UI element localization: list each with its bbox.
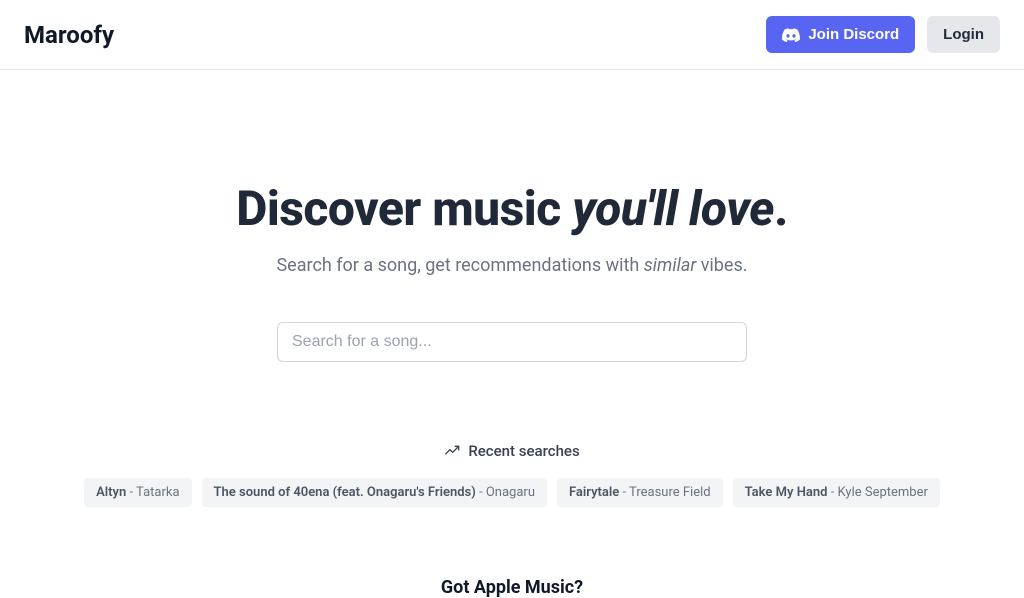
recent-searches-list: Altyn - Tatarka The sound of 40ena (feat… — [0, 478, 1024, 507]
trending-up-icon — [444, 443, 460, 459]
main-content: Discover music you'll love. Search for a… — [0, 70, 1024, 598]
recent-search-chip[interactable]: Altyn - Tatarka — [84, 478, 191, 507]
subtitle-italic: similar — [644, 255, 696, 276]
chip-artist: Kyle September — [838, 485, 928, 500]
hero-title-part2: . — [774, 180, 788, 237]
chip-song: The sound of 40ena (feat. Onagaru's Frie… — [214, 485, 476, 500]
header: Maroofy Join Discord Login — [0, 0, 1024, 70]
chip-sep: - — [619, 485, 629, 500]
search-input[interactable] — [277, 322, 747, 362]
header-actions: Join Discord Login — [766, 16, 1000, 53]
logo[interactable]: Maroofy — [24, 21, 114, 49]
search-container — [0, 322, 1024, 362]
recent-searches-label: Recent searches — [468, 442, 579, 460]
chip-artist: Tatarka — [136, 485, 180, 500]
chip-sep: - — [476, 485, 486, 500]
recent-search-chip[interactable]: Fairytale - Treasure Field — [557, 478, 723, 507]
recent-search-chip[interactable]: Take My Hand - Kyle September — [733, 478, 940, 507]
subtitle-part1: Search for a song, get recommendations w… — [276, 255, 643, 276]
chip-artist: Treasure Field — [629, 485, 711, 500]
hero-title: Discover music you'll love. — [0, 180, 1024, 237]
chip-song: Altyn — [96, 485, 126, 500]
chip-song: Fairytale — [569, 485, 619, 500]
join-discord-button[interactable]: Join Discord — [766, 16, 915, 53]
chip-artist: Onagaru — [486, 485, 535, 500]
login-button[interactable]: Login — [927, 16, 1000, 53]
chip-sep: - — [827, 485, 837, 500]
recent-searches-header: Recent searches — [0, 442, 1024, 460]
chip-song: Take My Hand — [745, 485, 828, 500]
join-discord-label: Join Discord — [808, 26, 899, 43]
apple-music-heading: Got Apple Music? — [0, 577, 1024, 598]
hero-title-part1: Discover music — [236, 180, 572, 237]
hero-subtitle: Search for a song, get recommendations w… — [0, 255, 1024, 276]
subtitle-part2: vibes. — [696, 255, 747, 276]
chip-sep: - — [126, 485, 136, 500]
hero-title-italic: you'll love — [572, 180, 774, 237]
recent-search-chip[interactable]: The sound of 40ena (feat. Onagaru's Frie… — [202, 478, 547, 507]
discord-icon — [782, 28, 800, 42]
